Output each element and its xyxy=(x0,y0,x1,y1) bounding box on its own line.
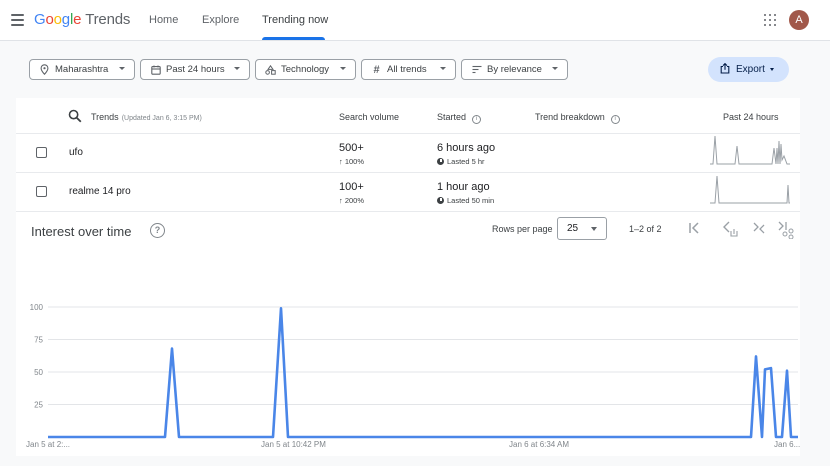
clock-icon xyxy=(437,158,444,165)
category-shapes-icon xyxy=(265,64,276,75)
header-search-volume[interactable]: Search volume xyxy=(339,112,399,122)
trend-term[interactable]: realme 14 pro xyxy=(69,186,131,197)
active-tab-indicator xyxy=(262,37,325,40)
chevron-down-icon xyxy=(440,67,446,70)
category-filter[interactable]: Technology xyxy=(255,59,356,80)
y-tick-label: 75 xyxy=(34,336,43,345)
rows-per-page-label: Rows per page xyxy=(492,224,553,234)
chevron-down-icon xyxy=(234,67,240,70)
chevron-down-icon xyxy=(119,67,125,70)
chevron-down-icon xyxy=(340,67,346,70)
info-icon[interactable]: i xyxy=(472,115,482,124)
search-volume: 100+ xyxy=(339,181,364,193)
interest-over-time-chart[interactable]: 25 50 75 100 Jan 5 at 2:... Jan 5 at 10:42 P… xyxy=(0,290,830,460)
info-icon[interactable]: i xyxy=(610,115,620,124)
header-trends: Trends (Updated Jan 6, 3:15 PM) xyxy=(91,112,202,122)
search-volume: 500+ xyxy=(339,142,364,154)
chevron-down-icon xyxy=(591,227,597,231)
started-time: 6 hours ago xyxy=(437,142,496,154)
location-pin-icon xyxy=(39,64,50,75)
account-avatar[interactable]: A xyxy=(789,10,809,30)
rows-per-page-select[interactable]: 25 xyxy=(557,217,607,240)
header-started[interactable]: Started i xyxy=(437,112,482,124)
header-past-24-hours: Past 24 hours xyxy=(723,112,779,122)
hashtag-icon: # xyxy=(373,63,380,76)
row-checkbox-ufo[interactable] xyxy=(36,147,47,158)
time-filter[interactable]: Past 24 hours xyxy=(140,59,250,80)
header-trend-breakdown: Trend breakdown i xyxy=(535,112,620,124)
sparkline-realme-14-pro xyxy=(710,175,790,204)
interest-over-time-title: Interest over time xyxy=(31,224,132,239)
row-checkbox-realme-14-pro[interactable] xyxy=(36,186,47,197)
sparkline-ufo xyxy=(710,135,790,165)
series-line[interactable] xyxy=(48,306,798,439)
volume-growth: ↑ 100% xyxy=(339,157,365,166)
volume-growth: ↑ 200% xyxy=(339,196,365,205)
trend-term[interactable]: ufo xyxy=(69,147,83,158)
sort-filter[interactable]: By relevance xyxy=(461,59,568,80)
x-tick-label: Jan 6 at 6:34 AM xyxy=(509,440,569,449)
chevron-down-icon xyxy=(770,68,774,71)
export-button[interactable]: Export xyxy=(708,57,789,82)
nav-trending-now[interactable]: Trending now xyxy=(262,0,328,41)
menu-icon[interactable] xyxy=(11,14,24,26)
clock-icon xyxy=(437,197,444,204)
x-tick-label: Jan 5 at 10:42 PM xyxy=(261,440,326,449)
calendar-icon xyxy=(150,64,161,75)
x-tick-label: Jan 5 at 2:... xyxy=(26,440,70,449)
nav-home[interactable]: Home xyxy=(149,0,178,41)
google-trends-logo[interactable]: Google Trends xyxy=(34,11,130,28)
google-apps-icon[interactable] xyxy=(764,14,776,26)
nav-explore[interactable]: Explore xyxy=(202,0,239,41)
sort-icon xyxy=(471,64,482,75)
started-time: 1 hour ago xyxy=(437,181,490,193)
help-icon[interactable]: ? xyxy=(150,223,165,238)
y-tick-label: 25 xyxy=(34,401,43,410)
search-icon[interactable] xyxy=(68,109,82,123)
next-page-icon[interactable] xyxy=(750,219,768,239)
first-page-icon[interactable] xyxy=(686,219,704,239)
chevron-down-icon xyxy=(552,67,558,70)
trend-type-filter[interactable]: # All trends xyxy=(361,59,456,80)
row-divider xyxy=(16,211,800,212)
y-tick-label: 100 xyxy=(30,303,44,312)
row-divider xyxy=(16,133,800,134)
updated-timestamp: (Updated Jan 6, 3:15 PM) xyxy=(121,115,202,122)
lasted-duration: Lasted 50 min xyxy=(437,196,494,205)
pagination-range: 1–2 of 2 xyxy=(629,224,662,234)
last-page-share-icon[interactable] xyxy=(776,219,794,239)
lasted-duration: Lasted 5 hr xyxy=(437,157,485,166)
top-app-bar: Google Trends Home Explore Trending now A xyxy=(0,0,830,41)
y-tick-label: 50 xyxy=(34,368,43,377)
x-tick-label: Jan 6... xyxy=(774,440,800,449)
row-divider xyxy=(16,172,800,173)
share-export-icon xyxy=(720,62,730,77)
previous-page-icon[interactable] xyxy=(720,219,738,239)
location-filter[interactable]: Maharashtra xyxy=(29,59,135,80)
